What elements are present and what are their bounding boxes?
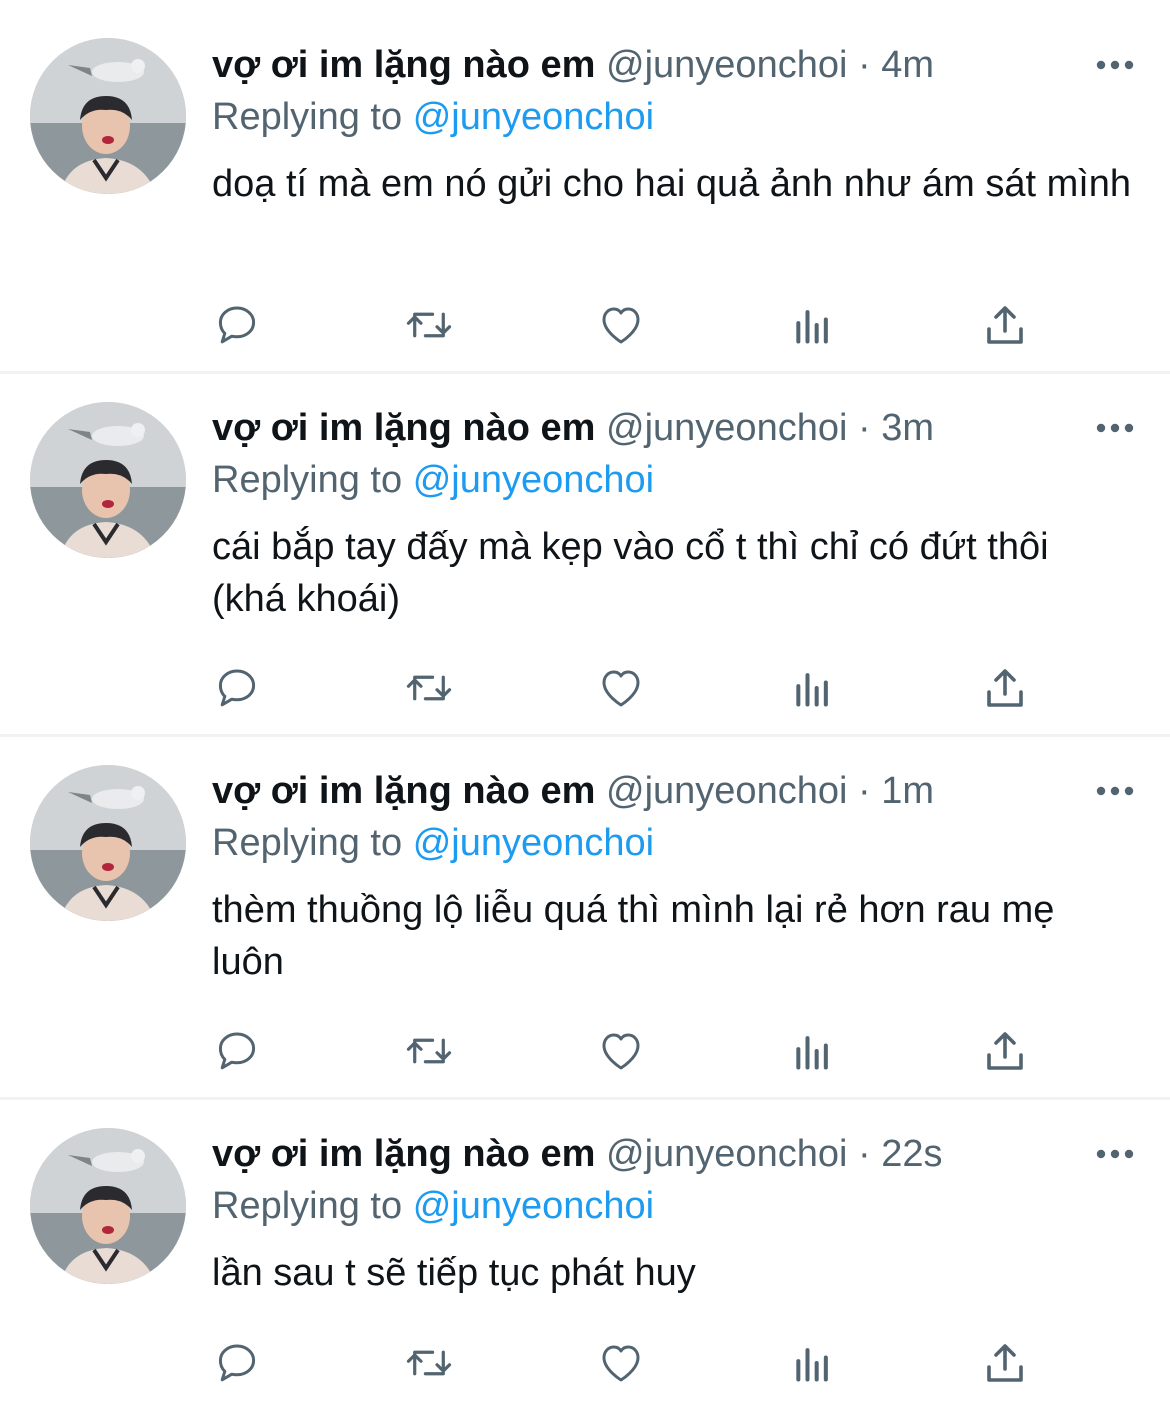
heart-icon bbox=[602, 1345, 640, 1382]
tweet-header: vợ ơi im lặng nào em @junyeonchoi · 4m bbox=[212, 40, 1140, 90]
reply-button[interactable] bbox=[212, 1026, 262, 1076]
tweet[interactable]: vợ ơi im lặng nào em @junyeonchoi · 22s … bbox=[0, 1100, 1170, 1415]
tweet-text: thèm thuồng lộ liễu quá thì mình lại rẻ … bbox=[212, 889, 1055, 983]
retweet-button[interactable] bbox=[404, 300, 454, 350]
retweet-icon bbox=[406, 675, 452, 701]
separator-dot: · bbox=[857, 770, 871, 812]
display-name[interactable]: vợ ơi im lặng nào em bbox=[212, 770, 595, 812]
timestamp[interactable]: 22s bbox=[881, 1133, 942, 1175]
timestamp[interactable]: 4m bbox=[881, 44, 934, 86]
heart-icon bbox=[602, 670, 640, 707]
tweet[interactable]: vợ ơi im lặng nào em @junyeonchoi · 3m R… bbox=[0, 374, 1170, 737]
retweet-button[interactable] bbox=[404, 1338, 454, 1388]
avatar[interactable] bbox=[30, 765, 186, 921]
share-button[interactable] bbox=[980, 1026, 1030, 1076]
more-icon[interactable] bbox=[1090, 403, 1140, 453]
like-button[interactable] bbox=[596, 1338, 646, 1388]
share-button[interactable] bbox=[980, 663, 1030, 713]
share-icon bbox=[987, 306, 1023, 344]
action-bar bbox=[212, 300, 1052, 350]
tweet[interactable]: vợ ơi im lặng nào em @junyeonchoi · 1m R… bbox=[0, 737, 1170, 1100]
display-name[interactable]: vợ ơi im lặng nào em bbox=[212, 1133, 595, 1175]
replying-to-link[interactable]: @junyeonchoi bbox=[413, 459, 654, 501]
reply-icon bbox=[218, 306, 256, 344]
handle[interactable]: @junyeonchoi bbox=[606, 770, 847, 812]
separator-dot: · bbox=[857, 407, 871, 449]
more-icon[interactable] bbox=[1090, 766, 1140, 816]
replying-to-label: Replying to bbox=[212, 1185, 403, 1227]
replying-to-link[interactable]: @junyeonchoi bbox=[413, 96, 654, 138]
avatar[interactable] bbox=[30, 38, 186, 194]
share-icon bbox=[987, 1344, 1023, 1382]
like-button[interactable] bbox=[596, 1026, 646, 1076]
replying-to-line: Replying to @junyeonchoi bbox=[212, 455, 654, 505]
tweet[interactable]: vợ ơi im lặng nào em @junyeonchoi · 4m R… bbox=[0, 0, 1170, 374]
like-button[interactable] bbox=[596, 663, 646, 713]
tweet-header: vợ ơi im lặng nào em @junyeonchoi · 3m bbox=[212, 403, 1140, 453]
replying-to-line: Replying to @junyeonchoi bbox=[212, 1181, 654, 1231]
analytics-button[interactable] bbox=[788, 1026, 838, 1076]
share-icon bbox=[987, 669, 1023, 707]
reply-button[interactable] bbox=[212, 1338, 262, 1388]
action-bar bbox=[212, 1338, 1052, 1388]
reply-button[interactable] bbox=[212, 663, 262, 713]
avatar[interactable] bbox=[30, 402, 186, 558]
reply-icon bbox=[218, 669, 256, 707]
replying-to-label: Replying to bbox=[212, 96, 403, 138]
replying-to-label: Replying to bbox=[212, 459, 403, 501]
analytics-button[interactable] bbox=[788, 300, 838, 350]
retweet-icon bbox=[406, 1350, 452, 1376]
reply-button[interactable] bbox=[212, 300, 262, 350]
avatar[interactable] bbox=[30, 1128, 186, 1284]
retweet-icon bbox=[406, 312, 452, 338]
avatar-photo bbox=[30, 765, 186, 921]
more-icon[interactable] bbox=[1090, 40, 1140, 90]
separator-dot: · bbox=[857, 44, 871, 86]
handle[interactable]: @junyeonchoi bbox=[606, 1133, 847, 1175]
display-name[interactable]: vợ ơi im lặng nào em bbox=[212, 44, 595, 86]
avatar-photo bbox=[30, 38, 186, 194]
replying-to-label: Replying to bbox=[212, 822, 403, 864]
separator-dot: · bbox=[857, 1133, 871, 1175]
like-button[interactable] bbox=[596, 300, 646, 350]
timestamp[interactable]: 1m bbox=[881, 770, 934, 812]
retweet-icon bbox=[406, 1038, 452, 1064]
action-bar bbox=[212, 663, 1052, 713]
tweet-text: doạ tí mà em nó gửi cho hai quả ảnh như … bbox=[212, 163, 1132, 205]
analytics-button[interactable] bbox=[788, 1338, 838, 1388]
bar-chart-icon bbox=[796, 310, 828, 344]
display-name[interactable]: vợ ơi im lặng nào em bbox=[212, 407, 595, 449]
handle[interactable]: @junyeonchoi bbox=[606, 44, 847, 86]
retweet-button[interactable] bbox=[404, 1026, 454, 1076]
tweet-text: lần sau t sẽ tiếp tục phát huy bbox=[212, 1252, 696, 1294]
action-bar bbox=[212, 1026, 1052, 1076]
reply-icon bbox=[218, 1032, 256, 1070]
tweet-text: cái bắp tay đấy mà kẹp vào cổ t thì chỉ … bbox=[212, 526, 1049, 620]
timestamp[interactable]: 3m bbox=[881, 407, 934, 449]
replying-to-link[interactable]: @junyeonchoi bbox=[413, 822, 654, 864]
retweet-button[interactable] bbox=[404, 663, 454, 713]
handle[interactable]: @junyeonchoi bbox=[606, 407, 847, 449]
heart-icon bbox=[602, 1033, 640, 1070]
more-icon[interactable] bbox=[1090, 1129, 1140, 1179]
analytics-button[interactable] bbox=[788, 663, 838, 713]
replying-to-line: Replying to @junyeonchoi bbox=[212, 92, 654, 142]
share-button[interactable] bbox=[980, 300, 1030, 350]
heart-icon bbox=[602, 307, 640, 344]
replying-to-link[interactable]: @junyeonchoi bbox=[413, 1185, 654, 1227]
bar-chart-icon bbox=[796, 673, 828, 707]
reply-icon bbox=[218, 1344, 256, 1382]
share-icon bbox=[987, 1032, 1023, 1070]
bar-chart-icon bbox=[796, 1348, 828, 1382]
avatar-photo bbox=[30, 402, 186, 558]
avatar-photo bbox=[30, 1128, 186, 1284]
tweet-header: vợ ơi im lặng nào em @junyeonchoi · 1m bbox=[212, 766, 1140, 816]
replying-to-line: Replying to @junyeonchoi bbox=[212, 818, 654, 868]
share-button[interactable] bbox=[980, 1338, 1030, 1388]
tweet-header: vợ ơi im lặng nào em @junyeonchoi · 22s bbox=[212, 1129, 1140, 1179]
bar-chart-icon bbox=[796, 1036, 828, 1070]
